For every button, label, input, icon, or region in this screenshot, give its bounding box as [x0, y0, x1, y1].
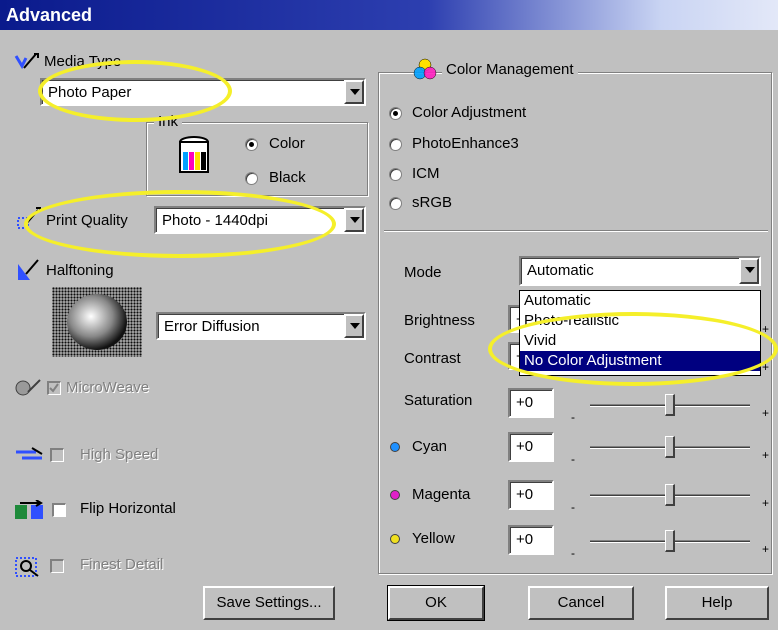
mode-option[interactable]: Automatic: [520, 291, 760, 311]
mode-option-selected[interactable]: No Color Adjustment: [520, 351, 760, 371]
mode-select[interactable]: Automatic: [519, 256, 761, 286]
color-circles-icon: [413, 58, 437, 80]
halftoning-select[interactable]: Error Diffusion: [156, 312, 366, 340]
saturation-value-field[interactable]: +0: [508, 388, 554, 418]
ink-color-label[interactable]: Color: [269, 135, 305, 152]
high-speed-label: High Speed: [80, 446, 159, 463]
microweave-checkbox[interactable]: [47, 381, 61, 395]
icm-radio[interactable]: [389, 168, 402, 181]
mode-label: Mode: [404, 264, 442, 281]
window-title: Advanced: [6, 5, 93, 25]
finest-detail-checkbox[interactable]: [50, 559, 64, 573]
high-speed-icon: [16, 447, 43, 460]
color-management-title: Color Management: [442, 61, 578, 78]
yellow-label: Yellow: [412, 530, 455, 547]
microweave-icon: [15, 379, 41, 396]
brightness-label: Brightness: [404, 312, 475, 329]
magenta-value-field[interactable]: +0: [508, 480, 554, 510]
slider-thumb[interactable]: [665, 436, 675, 458]
icm-label[interactable]: ICM: [412, 165, 440, 182]
photoenhance-radio[interactable]: [389, 138, 402, 151]
chevron-down-icon[interactable]: [739, 258, 759, 284]
magenta-dot-icon: [390, 490, 400, 500]
mode-value: Automatic: [527, 262, 594, 279]
slider-thumb[interactable]: [665, 530, 675, 552]
cyan-label: Cyan: [412, 438, 448, 455]
srgb-label[interactable]: sRGB: [412, 194, 452, 211]
separator: [384, 230, 768, 232]
halftoning-value: Error Diffusion: [164, 318, 260, 335]
print-quality-label: Print Quality: [46, 212, 128, 229]
flip-horizontal-label[interactable]: Flip Horizontal: [80, 500, 176, 517]
color-adjustment-radio[interactable]: [389, 107, 402, 120]
slider-max-mark: +: [762, 360, 770, 374]
chevron-down-icon[interactable]: [344, 208, 364, 232]
ok-button[interactable]: OK: [387, 585, 485, 621]
yellow-value-field[interactable]: +0: [508, 525, 554, 555]
contrast-label: Contrast: [404, 350, 461, 367]
flip-horizontal-icon: [15, 500, 43, 519]
slider-min-mark: -: [571, 500, 575, 514]
slider-min-mark: -: [571, 546, 575, 560]
slider-min-mark: -: [571, 410, 575, 424]
save-settings-button[interactable]: Save Settings...: [203, 586, 335, 620]
ink-label: Ink: [154, 113, 183, 130]
chevron-down-icon[interactable]: [344, 80, 364, 104]
photoenhance-label[interactable]: PhotoEnhance3: [412, 135, 519, 152]
slider-max-mark: +: [762, 542, 770, 556]
media-type-select[interactable]: Photo Paper: [40, 78, 366, 106]
media-type-icon: [14, 53, 39, 70]
slider-max-mark: +: [762, 448, 770, 462]
mode-option[interactable]: Photo-realistic: [520, 311, 760, 331]
slider-min-mark: -: [571, 452, 575, 466]
magenta-label: Magenta: [412, 486, 471, 503]
finest-detail-label: Finest Detail: [80, 556, 164, 573]
slider-max-mark: +: [762, 496, 770, 510]
print-quality-icon: [17, 207, 41, 229]
slider-thumb[interactable]: [665, 394, 675, 416]
mode-dropdown-list: Automatic Photo-realistic Vivid No Color…: [519, 290, 761, 376]
halftone-sphere-preview: [52, 287, 142, 357]
mode-option[interactable]: Vivid: [520, 331, 760, 351]
cancel-button[interactable]: Cancel: [528, 586, 634, 620]
ink-black-label[interactable]: Black: [269, 169, 306, 186]
microweave-label: MicroWeave: [66, 379, 150, 396]
yellow-dot-icon: [390, 534, 400, 544]
chevron-down-icon[interactable]: [344, 314, 364, 338]
halftoning-icon: [18, 259, 39, 280]
halftoning-label: Halftoning: [46, 262, 114, 279]
print-quality-value: Photo - 1440dpi: [162, 212, 268, 229]
cyan-dot-icon: [390, 442, 400, 452]
flip-horizontal-checkbox[interactable]: [52, 503, 66, 517]
title-bar: Advanced: [0, 0, 778, 30]
ink-bottle-icon: [179, 136, 209, 173]
saturation-label: Saturation: [404, 392, 473, 409]
high-speed-checkbox[interactable]: [50, 448, 64, 462]
help-button[interactable]: Help: [665, 586, 769, 620]
slider-thumb[interactable]: [665, 484, 675, 506]
ink-black-radio[interactable]: [245, 172, 258, 185]
srgb-radio[interactable]: [389, 197, 402, 210]
ink-color-radio[interactable]: [245, 138, 258, 151]
cyan-value-field[interactable]: +0: [508, 432, 554, 462]
media-type-label: Media Type: [44, 53, 122, 70]
media-type-value: Photo Paper: [48, 84, 132, 101]
slider-max-mark: +: [762, 406, 770, 420]
slider-max-mark: +: [762, 322, 770, 336]
print-quality-select[interactable]: Photo - 1440dpi: [154, 206, 366, 234]
finest-detail-icon: [15, 557, 39, 577]
color-adjustment-label[interactable]: Color Adjustment: [412, 104, 526, 121]
